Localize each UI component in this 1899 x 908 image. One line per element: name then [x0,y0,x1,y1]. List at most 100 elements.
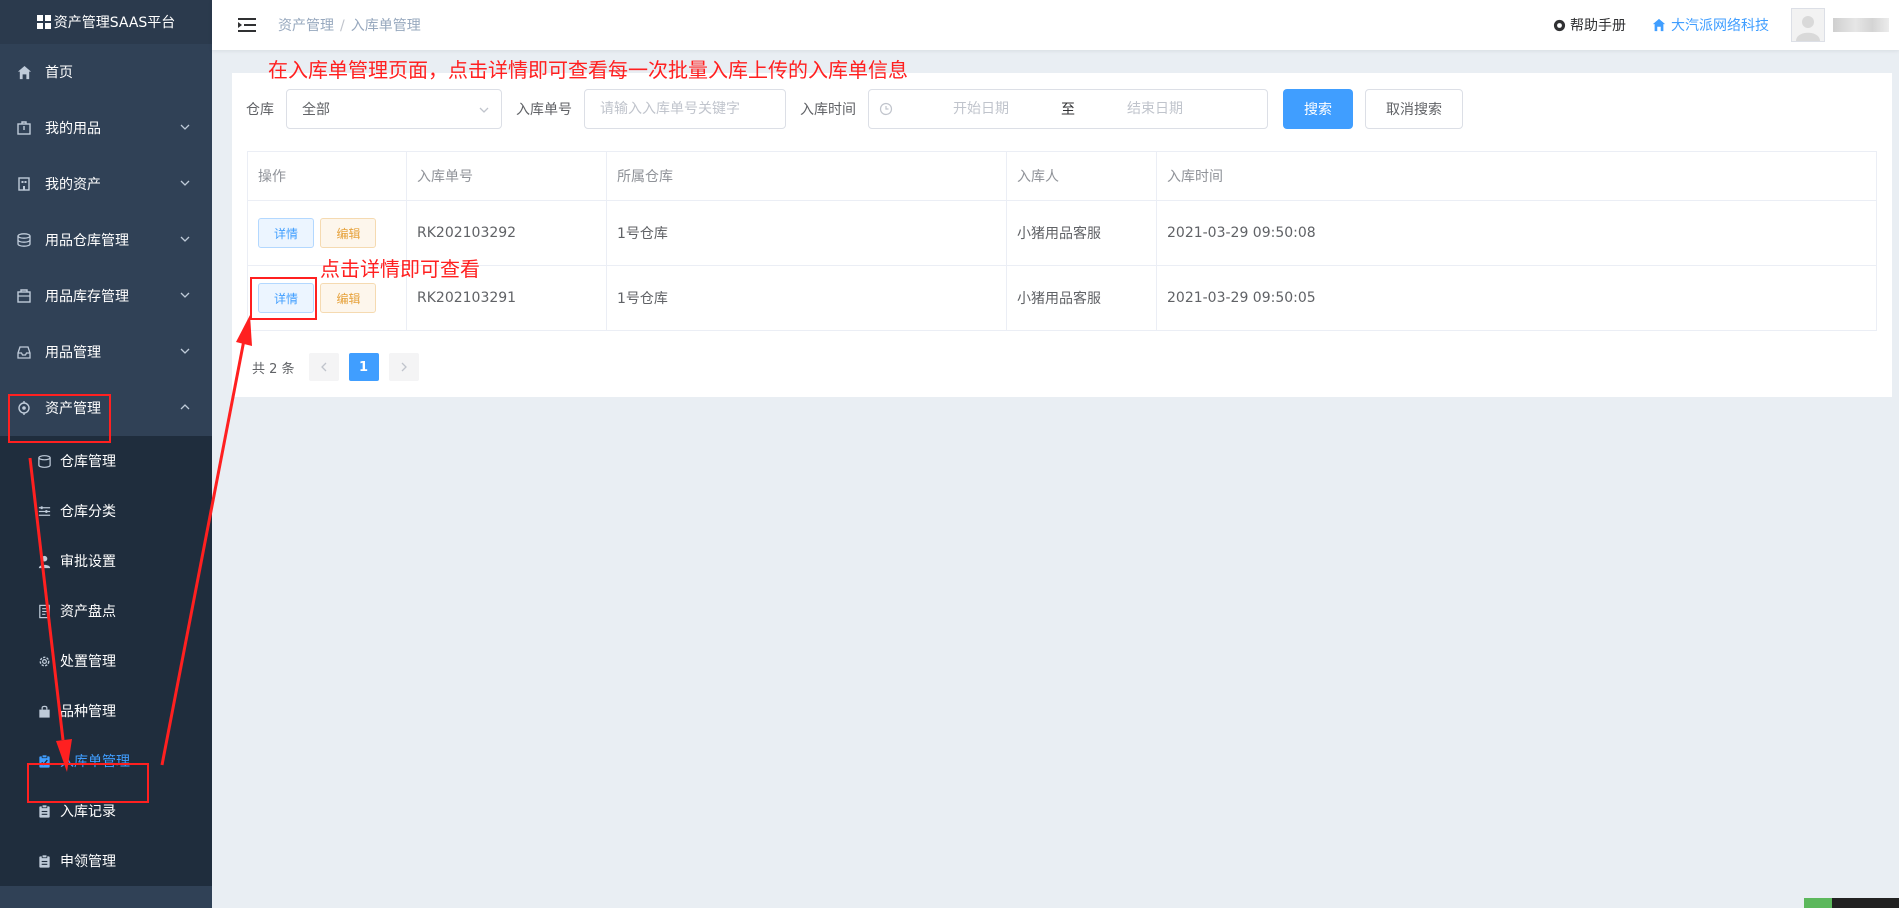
sidebar-item-label: 仓库管理 [60,454,116,470]
column-header: 入库人 [1006,151,1157,201]
sidebar-item-warehouse-manage[interactable]: 仓库管理 [0,436,212,486]
inbound-time-label: 入库时间 [800,102,856,118]
order-no-input[interactable] [584,89,786,129]
app-title: 资产管理SAAS平台 [53,15,176,31]
hamburger-icon[interactable] [236,16,258,34]
cancel-search-button[interactable]: 取消搜索 [1365,89,1463,129]
sidebar-item-warehouse-category[interactable]: 仓库分类 [0,486,212,536]
chevron-down-icon [180,124,190,130]
package-icon [16,288,32,304]
start-date-input[interactable] [911,101,1051,117]
help-icon [1553,19,1566,31]
sidebar-item-label: 用品库存管理 [45,289,129,305]
table-row: 详情 编辑 RK202103292 1号仓库 小猪用品客服 2021-03-29… [247,200,1877,266]
breadcrumb-item[interactable]: 资产管理 [278,18,334,34]
company-link[interactable]: 大汽派网络科技 [1652,15,1769,35]
person-cell: 小猪用品客服 [1006,265,1157,331]
annotation-detail-note: 点击详情即可查看 [320,257,480,281]
table-header-row: 操作 入库单号 所属仓库 入库人 入库时间 [247,151,1877,201]
username-blurred[interactable] [1833,18,1889,32]
grid-icon [36,15,51,29]
user-icon [36,553,52,569]
clipboard-icon [36,853,52,869]
breadcrumb: 资产管理 / 入库单管理 [278,15,421,35]
box-icon [16,120,32,136]
sidebar-item-my-supplies[interactable]: 我的用品 [0,100,212,156]
chevron-left-icon [320,362,327,372]
bag-icon [36,703,52,719]
user-avatar-icon [1796,16,1820,41]
table-row: 详情 编辑 RK202103291 1号仓库 小猪用品客服 2021-03-29… [247,265,1877,331]
clock-icon [879,102,893,116]
pagination: 共 2 条 1 [252,353,429,381]
chevron-down-icon [180,180,190,186]
annotation-top-note: 在入库单管理页面，点击详情即可查看每一次批量入库上传的入库单信息 [268,58,908,82]
help-manual-link[interactable]: 帮助手册 [1553,15,1626,35]
search-button[interactable]: 搜索 [1283,89,1353,129]
chevron-up-icon [180,404,190,410]
order-no-label: 入库单号 [516,102,572,118]
inbound-order-table: 操作 入库单号 所属仓库 入库人 入库时间 详情 编辑 RK202103292 … [247,151,1877,331]
sidebar-item-label: 入库记录 [60,804,116,820]
avatar[interactable] [1791,8,1825,42]
home-icon [1652,18,1666,32]
edit-button[interactable]: 编辑 [320,218,377,248]
header-right: 帮助手册 大汽派网络科技 [1553,0,1899,50]
page-number-button[interactable]: 1 [348,353,379,381]
database-icon [36,453,52,469]
sidebar-item-my-assets[interactable]: 我的资产 [0,156,212,212]
sidebar-item-approval-settings[interactable]: 审批设置 [0,536,212,586]
sidebar-item-label: 资产盘点 [60,604,116,620]
highlight-box-detail-button [250,277,317,320]
sidebar-item-label: 品种管理 [60,704,116,720]
sidebar-item-disposal-manage[interactable]: 处置管理 [0,636,212,686]
sidebar-item-supply-manage[interactable]: 用品管理 [0,324,212,380]
filter-bar: 仓库 全部 入库单号 入库时间 至 搜索 取消搜索 [246,89,1463,129]
sidebar-item-label: 我的资产 [45,177,101,193]
sidebar-item-asset-inventory[interactable]: 资产盘点 [0,586,212,636]
chevron-down-icon [180,348,190,354]
sidebar-item-label: 用品管理 [45,345,101,361]
sidebar-item-label: 申领管理 [60,854,116,870]
highlight-box-inbound-menu [27,763,149,803]
sidebar-item-claim-manage[interactable]: 申领管理 [0,836,212,886]
pagination-total: 共 2 条 [252,361,295,377]
column-header: 入库时间 [1156,151,1877,201]
sidebar-item-label: 仓库分类 [60,504,116,520]
highlight-box-asset-manage [8,394,111,443]
document-icon [36,603,52,619]
warehouse-select-value: 全部 [302,102,330,118]
date-range-picker[interactable]: 至 [868,89,1268,129]
sidebar-item-variety-manage[interactable]: 品种管理 [0,686,212,736]
breadcrumb-separator: / [340,18,345,34]
sidebar-item-supply-stock[interactable]: 用品库存管理 [0,268,212,324]
person-cell: 小猪用品客服 [1006,200,1157,266]
sidebar-item-label: 我的用品 [45,121,101,137]
prev-page-button[interactable] [308,353,339,381]
gear-icon [36,653,52,669]
sidebar-item-home[interactable]: 首页 [0,44,212,100]
time-cell: 2021-03-29 09:50:05 [1156,265,1877,331]
chevron-right-icon [401,362,407,372]
sidebar-item-label: 审批设置 [60,554,116,570]
app-logo[interactable]: 资产管理SAAS平台 [0,0,212,44]
end-date-input[interactable] [1085,101,1225,117]
sidebar-item-label: 首页 [45,65,73,81]
edit-button[interactable]: 编辑 [320,283,377,313]
column-header: 入库单号 [406,151,607,201]
asset-submenu: 仓库管理 仓库分类 审批设置 资产盘点 处置管理 品种管理 入库单管理 入库记录… [0,436,212,886]
sidebar-item-label: 用品仓库管理 [45,233,129,249]
sidebar-item-label: 处置管理 [60,654,116,670]
range-separator: 至 [1061,102,1075,118]
warehouse-cell: 1号仓库 [606,265,1007,331]
next-page-button[interactable] [388,353,419,381]
sidebar-item-supply-warehouse[interactable]: 用品仓库管理 [0,212,212,268]
building-icon [16,176,32,192]
corner-widget [1804,898,1899,908]
time-cell: 2021-03-29 09:50:08 [1156,200,1877,266]
detail-button[interactable]: 详情 [258,218,314,248]
warehouse-cell: 1号仓库 [606,200,1007,266]
sliders-icon [36,503,52,519]
warehouse-select[interactable]: 全部 [286,89,502,129]
clipboard-icon [36,803,52,819]
